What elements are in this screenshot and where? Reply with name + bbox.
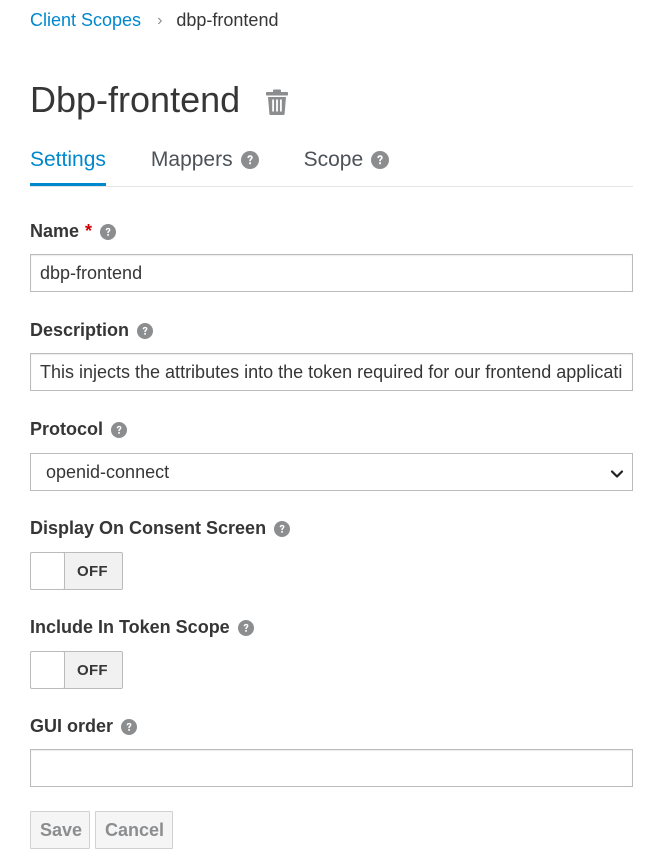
toggle-state-text: OFF <box>77 662 108 679</box>
breadcrumb-current: dbp-frontend <box>176 10 279 30</box>
name-label: Name * <box>30 221 117 242</box>
question-circle-icon[interactable] <box>274 520 291 537</box>
question-circle-icon[interactable] <box>237 619 254 636</box>
toggle-state-text: OFF <box>77 563 108 580</box>
tabs: Settings Mappers Scope <box>30 140 633 187</box>
display-on-consent-label: Display On Consent Screen <box>30 518 291 539</box>
include-in-token-scope-toggle[interactable]: OFF <box>30 651 123 689</box>
toggle-knob <box>30 651 65 689</box>
protocol-label: Protocol <box>30 419 128 440</box>
breadcrumb: Client Scopes › dbp-frontend <box>30 10 278 31</box>
question-circle-icon[interactable] <box>371 151 390 169</box>
breadcrumb-client-scopes-link[interactable]: Client Scopes <box>30 10 141 31</box>
protocol-selected-value: openid-connect <box>46 461 170 482</box>
required-marker: * <box>85 221 93 241</box>
display-on-consent-label-text: Display On Consent Screen <box>30 518 267 538</box>
name-input[interactable] <box>30 254 633 292</box>
tab-settings-label: Settings <box>30 148 106 171</box>
description-label-text: Description <box>30 320 130 340</box>
protocol-select[interactable]: openid-connect <box>30 453 633 491</box>
toggle-knob <box>30 552 65 590</box>
display-on-consent-toggle[interactable]: OFF <box>30 552 123 590</box>
gui-order-input[interactable] <box>30 749 633 787</box>
question-circle-icon[interactable] <box>111 421 128 438</box>
client-scope-page: Client Scopes › dbp-frontend Dbp-fronten… <box>0 0 663 856</box>
include-in-token-scope-label-text: Include In Token Scope <box>30 617 230 637</box>
tab-mappers-label: Mappers <box>150 148 233 171</box>
description-label: Description <box>30 320 154 341</box>
protocol-label-text: Protocol <box>30 419 104 439</box>
question-circle-icon[interactable] <box>240 151 259 169</box>
tab-scope[interactable]: Scope <box>304 140 390 185</box>
question-circle-icon[interactable] <box>100 223 117 240</box>
tab-mappers[interactable]: Mappers <box>151 140 259 185</box>
cancel-button[interactable]: Cancel <box>95 811 173 849</box>
page-title: Dbp-frontend <box>30 79 241 120</box>
tab-scope-label: Scope <box>303 148 364 171</box>
title-row: Dbp-frontend <box>30 78 289 122</box>
description-input[interactable] <box>30 353 633 391</box>
name-label-text: Name <box>30 221 80 241</box>
question-circle-icon[interactable] <box>121 718 138 735</box>
gui-order-label-text: GUI order <box>30 716 114 736</box>
include-in-token-scope-label: Include In Token Scope <box>30 617 254 638</box>
chevron-down-icon <box>610 465 624 479</box>
save-button[interactable]: Save <box>30 811 90 849</box>
tab-settings[interactable]: Settings <box>30 140 106 186</box>
breadcrumb-separator: › <box>157 11 163 29</box>
question-circle-icon[interactable] <box>137 322 154 339</box>
trash-icon[interactable] <box>266 89 289 115</box>
gui-order-label: GUI order <box>30 716 138 737</box>
